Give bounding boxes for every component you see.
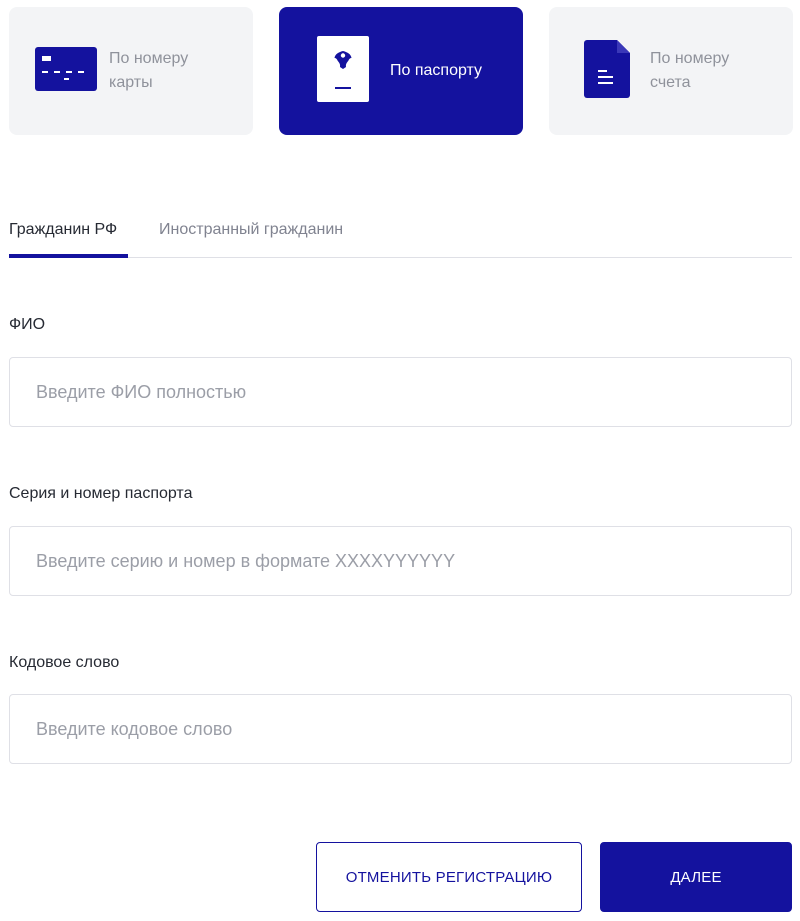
method-passport-label: По паспорту (390, 62, 483, 79)
bank-card-icon (35, 46, 97, 96)
next-button[interactable]: ДАЛЕЕ (600, 842, 792, 912)
method-account-number[interactable]: По номеру счета (549, 7, 793, 135)
codeword-input[interactable] (9, 694, 792, 764)
passport-number-input[interactable] (9, 526, 792, 596)
method-card-number-label: По номеру карты (109, 47, 188, 95)
fio-label: ФИО (9, 316, 46, 333)
citizenship-tabs: Гражданин РФ Иностранный гражданин (9, 210, 792, 258)
tab-rf-citizen[interactable]: Гражданин РФ (9, 219, 117, 241)
method-card-number-label-line1: По номеру (109, 50, 189, 67)
codeword-label: Кодовое слово (9, 654, 120, 671)
active-tab-indicator (9, 254, 128, 258)
document-icon (584, 39, 630, 103)
passport-label: Серия и номер паспорта (9, 485, 193, 502)
method-card-number[interactable]: По номеру карты (9, 7, 253, 135)
tab-foreign-citizen[interactable]: Иностранный гражданин (159, 219, 343, 241)
method-card-number-label-line2: карты (109, 74, 153, 91)
cancel-registration-button[interactable]: ОТМЕНИТЬ РЕГИСТРАЦИЮ (316, 842, 582, 912)
method-account-number-label-line2: счета (650, 74, 691, 91)
verification-method-selector: По номеру карты По паспорту По номеру сч… (9, 7, 793, 135)
method-passport[interactable]: По паспорту (279, 7, 523, 135)
fio-input[interactable] (9, 357, 792, 427)
method-account-number-label: По номеру счета (650, 47, 729, 95)
method-account-number-label-line1: По номеру (650, 50, 730, 67)
passport-icon (317, 35, 369, 107)
